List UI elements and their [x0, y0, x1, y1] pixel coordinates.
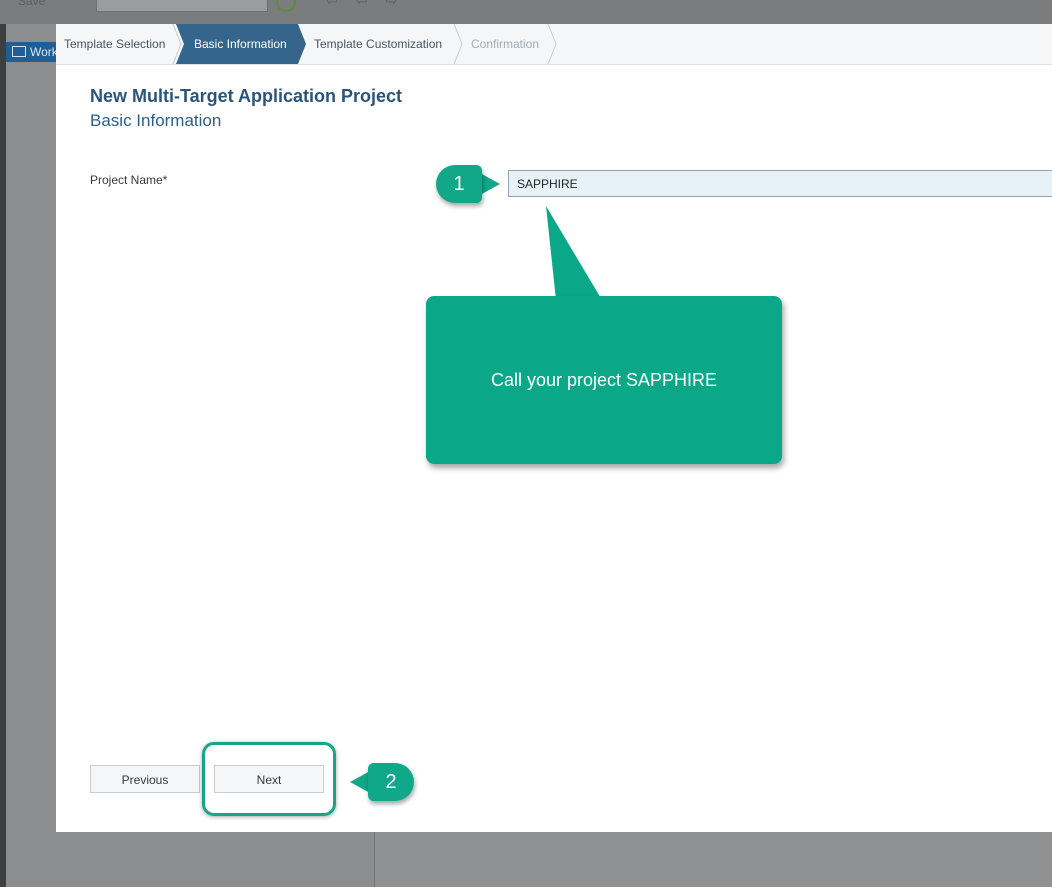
callout-text: Call your project SAPPHIRE: [490, 369, 718, 390]
instruction-callout: Call your project SAPPHIRE: [426, 296, 782, 464]
